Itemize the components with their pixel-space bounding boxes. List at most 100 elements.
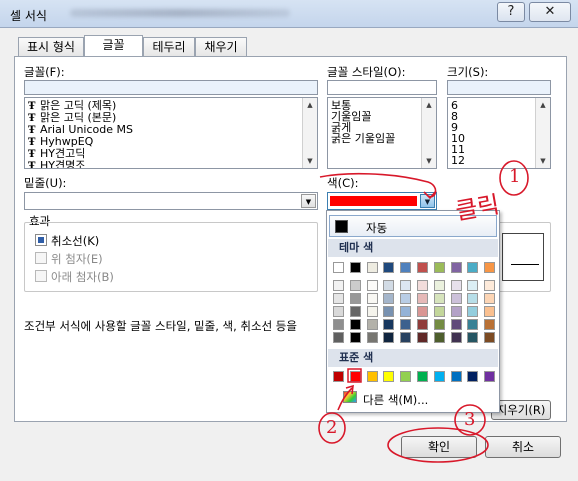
- theme-shade-swatch[interactable]: [450, 306, 462, 317]
- font-input[interactable]: [24, 80, 318, 95]
- theme-shade-swatch[interactable]: [366, 306, 378, 317]
- theme-shade-swatch[interactable]: [349, 319, 361, 330]
- theme-shade-swatch[interactable]: [484, 332, 496, 343]
- style-input[interactable]: [327, 80, 437, 95]
- superscript-checkbox[interactable]: [35, 252, 47, 264]
- theme-shade-swatch[interactable]: [467, 319, 479, 330]
- theme-shade-swatch[interactable]: [383, 306, 395, 317]
- theme-shade-swatch[interactable]: [484, 319, 496, 330]
- theme-color-swatch[interactable]: [333, 262, 344, 273]
- ok-button[interactable]: 확인: [401, 436, 477, 458]
- theme-shade-swatch[interactable]: [450, 280, 462, 291]
- theme-shade-swatch[interactable]: [333, 319, 344, 330]
- theme-shade-swatch[interactable]: [417, 293, 428, 304]
- underline-select[interactable]: ▼: [24, 192, 318, 210]
- close-button[interactable]: ✕: [529, 2, 571, 22]
- theme-shade-swatch[interactable]: [333, 280, 344, 291]
- tab-border[interactable]: 테두리: [143, 37, 195, 56]
- theme-shade-swatch[interactable]: [433, 332, 445, 343]
- theme-shade-swatch[interactable]: [433, 293, 445, 304]
- theme-shade-swatch[interactable]: [450, 319, 462, 330]
- scroll-up-icon[interactable]: ▲: [536, 98, 550, 112]
- standard-color-swatch[interactable]: [349, 371, 361, 382]
- standard-color-swatch[interactable]: [400, 371, 412, 382]
- tab-number-format[interactable]: 표시 형식: [18, 37, 84, 56]
- theme-color-swatch[interactable]: [450, 262, 462, 273]
- size-list[interactable]: 6 8 9 10 11 12 ▲ ▼: [447, 97, 551, 169]
- standard-color-swatch[interactable]: [383, 371, 395, 382]
- theme-shade-swatch[interactable]: [333, 293, 344, 304]
- theme-color-swatch[interactable]: [400, 262, 412, 273]
- standard-color-swatch[interactable]: [467, 371, 479, 382]
- help-button[interactable]: ?: [497, 2, 525, 22]
- theme-shade-swatch[interactable]: [383, 332, 395, 343]
- subscript-checkbox[interactable]: [35, 270, 47, 282]
- theme-color-swatch[interactable]: [467, 262, 479, 273]
- theme-color-swatch[interactable]: [349, 262, 361, 273]
- standard-color-swatch[interactable]: [366, 371, 378, 382]
- theme-shade-swatch[interactable]: [484, 306, 496, 317]
- theme-shade-swatch[interactable]: [349, 280, 361, 291]
- theme-shade-swatch[interactable]: [366, 332, 378, 343]
- dropdown-arrow-icon[interactable]: ▼: [420, 194, 435, 208]
- theme-shade-swatch[interactable]: [349, 306, 361, 317]
- theme-shade-swatch[interactable]: [417, 280, 428, 291]
- theme-color-swatch[interactable]: [417, 262, 428, 273]
- theme-shade-swatch[interactable]: [383, 319, 395, 330]
- theme-shade-swatch[interactable]: [400, 332, 412, 343]
- list-item[interactable]: 굵은 기울임꼴: [331, 133, 395, 145]
- standard-color-swatch[interactable]: [417, 371, 428, 382]
- font-scrollbar[interactable]: ▲ ▼: [302, 98, 317, 168]
- theme-shade-swatch[interactable]: [467, 306, 479, 317]
- theme-shade-swatch[interactable]: [400, 319, 412, 330]
- theme-shade-swatch[interactable]: [467, 332, 479, 343]
- color-select[interactable]: ▼: [327, 192, 437, 210]
- theme-shade-swatch[interactable]: [417, 332, 428, 343]
- theme-shade-swatch[interactable]: [333, 332, 344, 343]
- theme-shade-swatch[interactable]: [433, 306, 445, 317]
- scroll-down-icon[interactable]: ▼: [536, 154, 550, 168]
- theme-shade-swatch[interactable]: [467, 280, 479, 291]
- cancel-button[interactable]: 취소: [485, 436, 561, 458]
- theme-shade-swatch[interactable]: [383, 280, 395, 291]
- theme-shade-swatch[interactable]: [400, 306, 412, 317]
- list-item[interactable]: 12: [451, 155, 465, 167]
- list-item[interactable]: Ŧ HY견명조: [28, 160, 85, 169]
- theme-shade-swatch[interactable]: [450, 293, 462, 304]
- theme-shade-swatch[interactable]: [366, 293, 378, 304]
- tab-fill[interactable]: 채우기: [195, 37, 247, 56]
- standard-color-swatch[interactable]: [433, 371, 445, 382]
- style-list[interactable]: 보통 기울임꼴 굵게 굵은 기울임꼴 ▲ ▼: [327, 97, 437, 169]
- theme-shade-swatch[interactable]: [349, 293, 361, 304]
- scroll-up-icon[interactable]: ▲: [422, 98, 436, 112]
- dropdown-arrow-icon[interactable]: ▼: [301, 194, 316, 208]
- theme-shade-swatch[interactable]: [417, 319, 428, 330]
- theme-shade-swatch[interactable]: [433, 280, 445, 291]
- standard-color-swatch[interactable]: [484, 371, 496, 382]
- font-list[interactable]: Ŧ 맑은 고딕 (제목) Ŧ 맑은 고딕 (본문) Ŧ Arial Unicode M…: [24, 97, 318, 169]
- theme-color-swatch[interactable]: [366, 262, 378, 273]
- style-scrollbar[interactable]: ▲ ▼: [421, 98, 436, 168]
- scroll-down-icon[interactable]: ▼: [422, 154, 436, 168]
- standard-color-swatch[interactable]: [450, 371, 462, 382]
- more-colors-link[interactable]: 다른 색(M)...: [363, 392, 428, 408]
- theme-shade-swatch[interactable]: [433, 319, 445, 330]
- theme-shade-swatch[interactable]: [467, 293, 479, 304]
- standard-color-swatch[interactable]: [333, 371, 344, 382]
- theme-shade-swatch[interactable]: [400, 280, 412, 291]
- theme-shade-swatch[interactable]: [417, 306, 428, 317]
- size-input[interactable]: [447, 80, 551, 95]
- theme-shade-swatch[interactable]: [484, 280, 496, 291]
- automatic-color-option[interactable]: 자동: [329, 215, 497, 237]
- theme-shade-swatch[interactable]: [383, 293, 395, 304]
- tab-font[interactable]: 글꼴: [84, 35, 143, 56]
- scroll-down-icon[interactable]: ▼: [303, 154, 317, 168]
- theme-shade-swatch[interactable]: [333, 306, 344, 317]
- theme-shade-swatch[interactable]: [400, 293, 412, 304]
- theme-shade-swatch[interactable]: [450, 332, 462, 343]
- scroll-up-icon[interactable]: ▲: [303, 98, 317, 112]
- theme-color-swatch[interactable]: [433, 262, 445, 273]
- clear-button[interactable]: 지우기(R): [491, 400, 551, 420]
- theme-color-swatch[interactable]: [484, 262, 496, 273]
- theme-shade-swatch[interactable]: [349, 332, 361, 343]
